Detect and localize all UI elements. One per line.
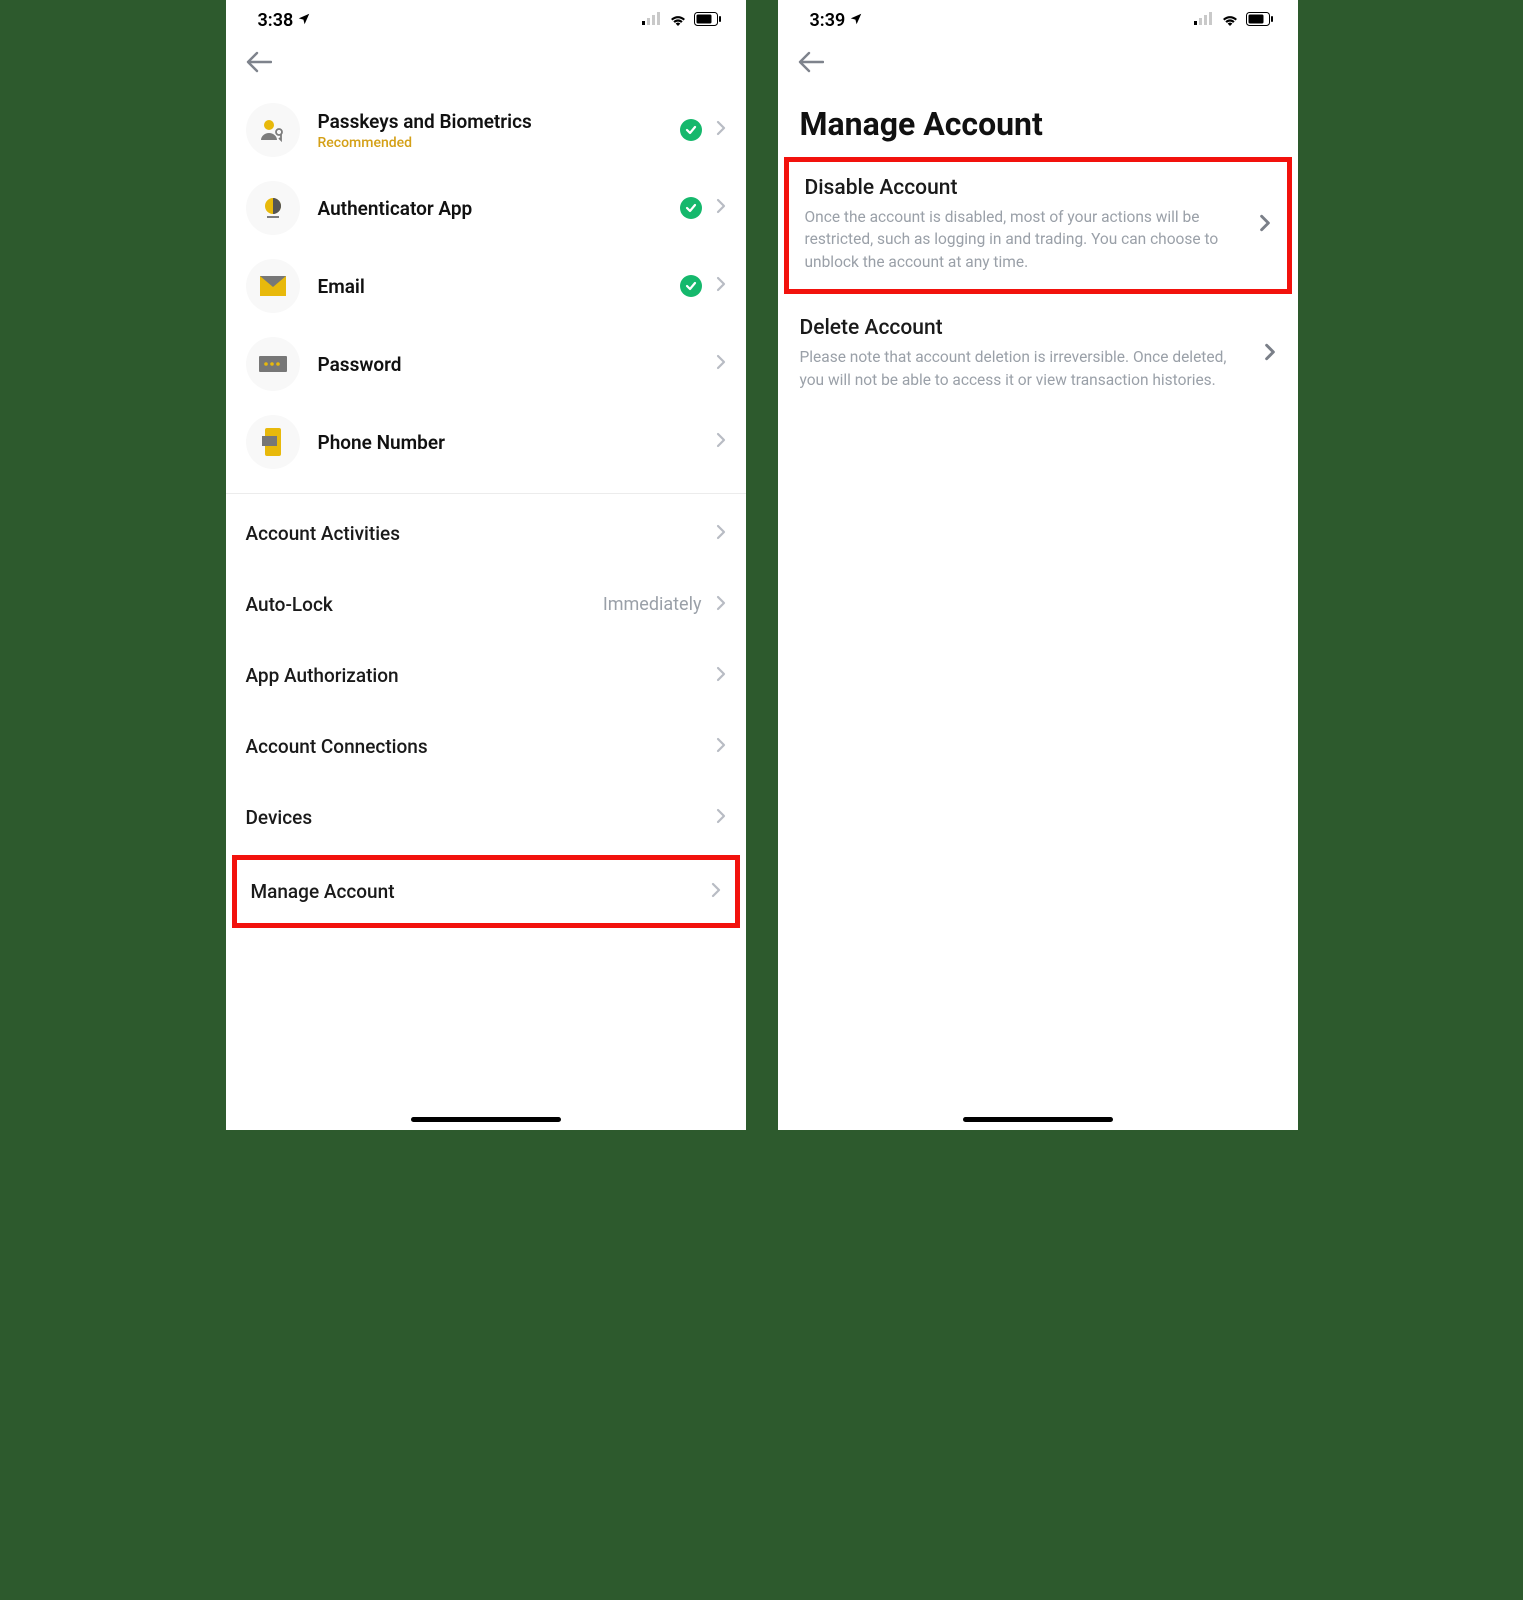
card-desc: Please note that account deletion is irr… [800, 346, 1252, 391]
row-label: Auto-Lock [246, 593, 333, 616]
account-settings-list: Account Activities Auto-Lock Immediately… [226, 494, 746, 928]
location-icon [297, 10, 311, 31]
recommended-badge: Recommended [318, 135, 662, 151]
location-icon [849, 10, 863, 31]
email-icon [246, 259, 300, 313]
home-indicator[interactable] [963, 1117, 1113, 1122]
row-label: Account Connections [246, 735, 428, 758]
chevron-right-icon [716, 808, 726, 828]
check-icon [680, 119, 702, 141]
row-phone-number[interactable]: Phone Number [226, 403, 746, 481]
chevron-right-icon [716, 120, 726, 140]
chevron-right-icon [716, 432, 726, 452]
chevron-right-icon [1264, 343, 1276, 365]
row-label: Account Activities [246, 522, 401, 545]
status-time: 3:38 [258, 10, 294, 31]
chevron-right-icon [1259, 214, 1271, 236]
signal-icon [1194, 10, 1214, 31]
row-label: Devices [246, 806, 313, 829]
back-arrow-icon[interactable] [246, 51, 272, 77]
back-arrow-icon[interactable] [798, 51, 824, 77]
row-title: Email [318, 275, 662, 298]
row-account-activities[interactable]: Account Activities [226, 498, 746, 569]
row-title: Phone Number [318, 431, 698, 454]
row-authenticator-app[interactable]: Authenticator App [226, 169, 746, 247]
row-manage-account[interactable]: Manage Account [237, 860, 735, 923]
chevron-right-icon [716, 524, 726, 544]
row-label: App Authorization [246, 664, 399, 687]
authenticator-icon [246, 181, 300, 235]
highlight-disable-account: Disable Account Once the account is disa… [784, 157, 1292, 294]
chevron-right-icon [716, 276, 726, 296]
right-screenshot: 3:39 Manage Account Disable Account [778, 0, 1298, 1130]
card-title: Disable Account [805, 176, 1247, 200]
row-title: Authenticator App [318, 197, 662, 220]
chevron-right-icon [716, 354, 726, 374]
check-icon [680, 197, 702, 219]
row-password[interactable]: Password [226, 325, 746, 403]
left-screenshot: 3:38 Passkeys and [226, 0, 746, 1130]
security-methods-list: Passkeys and Biometrics Recommended Auth… [226, 85, 746, 481]
status-bar: 3:39 [778, 0, 1298, 37]
row-passkeys-biometrics[interactable]: Passkeys and Biometrics Recommended [226, 91, 746, 169]
chevron-right-icon [716, 595, 726, 615]
card-disable-account[interactable]: Disable Account Once the account is disa… [805, 176, 1271, 273]
status-time: 3:39 [810, 10, 846, 31]
card-title: Delete Account [800, 316, 1252, 340]
highlight-manage-account: Manage Account [232, 855, 740, 928]
page-title: Manage Account [778, 85, 1298, 153]
phone-icon [246, 415, 300, 469]
row-devices[interactable]: Devices [226, 782, 746, 853]
chevron-right-icon [716, 198, 726, 218]
row-value: Immediately [603, 594, 702, 615]
password-icon [246, 337, 300, 391]
card-desc: Once the account is disabled, most of yo… [805, 206, 1247, 273]
row-title: Passkeys and Biometrics [318, 110, 662, 133]
row-account-connections[interactable]: Account Connections [226, 711, 746, 782]
check-icon [680, 275, 702, 297]
row-app-authorization[interactable]: App Authorization [226, 640, 746, 711]
row-title: Password [318, 353, 698, 376]
row-label: Manage Account [251, 880, 395, 903]
chevron-right-icon [716, 666, 726, 686]
battery-icon [694, 10, 722, 31]
row-auto-lock[interactable]: Auto-Lock Immediately [226, 569, 746, 640]
status-bar: 3:38 [226, 0, 746, 37]
battery-icon [1246, 10, 1274, 31]
passkey-icon [246, 103, 300, 157]
card-delete-account[interactable]: Delete Account Please note that account … [778, 298, 1298, 409]
wifi-icon [668, 10, 688, 31]
chevron-right-icon [711, 882, 721, 902]
home-indicator[interactable] [411, 1117, 561, 1122]
wifi-icon [1220, 10, 1240, 31]
chevron-right-icon [716, 737, 726, 757]
row-email[interactable]: Email [226, 247, 746, 325]
signal-icon [642, 10, 662, 31]
